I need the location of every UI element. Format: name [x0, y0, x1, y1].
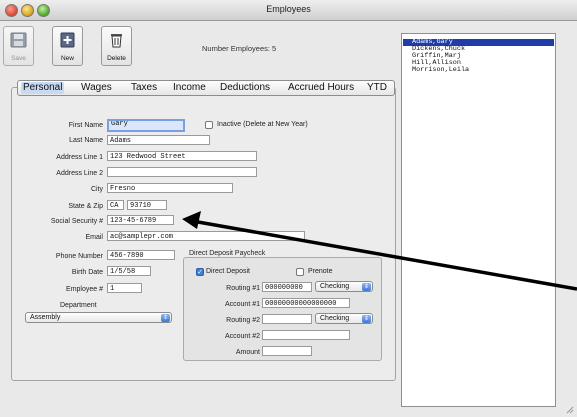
email-label: Email [85, 234, 103, 241]
tab-accrued-hours[interactable]: Accrued Hours [288, 82, 354, 94]
employee-number-label: Employee # [66, 286, 103, 293]
save-label: Save [11, 55, 26, 62]
employee-count: Number Employees: 5 [202, 44, 277, 53]
prenote-label: Prenote [308, 268, 333, 275]
department-popup[interactable]: Assembly ⇕ [25, 312, 172, 323]
tab-bar: Personal Wages Taxes Income Deductions A… [17, 80, 395, 96]
account2-label: Account #2 [224, 333, 260, 340]
zip-field[interactable]: 93710 [127, 200, 167, 210]
address-line2-field[interactable] [107, 167, 257, 177]
address-line1-field[interactable]: 123 Redwood Street [107, 151, 257, 161]
first-name-field[interactable]: Gary [107, 119, 185, 132]
routing1-field[interactable]: 000000000 [262, 282, 312, 292]
tab-ytd[interactable]: YTD [367, 82, 387, 94]
window-title: Employees [266, 4, 311, 14]
chevron-updown-icon: ⇕ [362, 283, 371, 291]
new-label: New [60, 55, 74, 62]
tab-deductions[interactable]: Deductions [220, 82, 270, 94]
new-icon [60, 32, 75, 48]
last-name-label: Last Name [69, 137, 103, 144]
resize-grip-icon[interactable] [564, 404, 574, 414]
account1-field[interactable]: 00000000000000000 [262, 298, 350, 308]
title-bar: Employees [0, 0, 577, 21]
routing2-field[interactable] [262, 314, 312, 324]
employees-window: Employees Save New Delete Number Employe… [0, 0, 577, 417]
save-button[interactable]: Save [3, 26, 34, 66]
amount-field[interactable] [262, 346, 312, 356]
delete-button[interactable]: Delete [101, 26, 132, 66]
tab-wages[interactable]: Wages [81, 82, 112, 94]
account1-label: Account #1 [224, 301, 260, 308]
ssn-label: Social Security # [50, 218, 103, 225]
address-line2-label: Address Line 2 [56, 170, 103, 177]
employee-list-items: Adams,Gary Dickens,Chuck Griffin,Marj Hi… [403, 39, 554, 74]
department-value: Assembly [30, 314, 61, 321]
inactive-label: Inactive (Delete at New Year) [217, 121, 308, 128]
birth-date-field[interactable]: 1/5/58 [107, 266, 151, 276]
account-type2-value: Checking [320, 315, 350, 322]
last-name-field[interactable]: Adams [107, 135, 210, 145]
address-line1-label: Address Line 1 [56, 154, 103, 161]
prenote-checkbox[interactable] [296, 268, 304, 276]
routing1-label: Routing #1 [226, 285, 260, 292]
list-item-morrison-leila[interactable]: Morrison,Leila [403, 67, 554, 74]
trash-icon [111, 34, 122, 48]
save-icon [10, 32, 27, 48]
phone-field[interactable]: 456-7890 [107, 250, 175, 260]
direct-deposit-title: Direct Deposit Paycheck [189, 250, 266, 257]
inactive-checkbox[interactable] [205, 121, 213, 129]
chevron-updown-icon: ⇕ [161, 314, 170, 322]
ssn-field[interactable]: 123-45-6789 [107, 215, 174, 225]
direct-deposit-checkbox[interactable]: ✓ [196, 268, 204, 276]
routing2-label: Routing #2 [226, 317, 260, 324]
account-type1-value: Checking [320, 283, 350, 290]
birth-date-label: Birth Date [71, 269, 103, 276]
tab-income[interactable]: Income [173, 82, 206, 94]
chevron-updown-icon: ⇕ [362, 315, 371, 323]
phone-label: Phone Number [55, 253, 103, 260]
account-type1-popup[interactable]: Checking ⇕ [315, 281, 373, 292]
tab-personal[interactable]: Personal [21, 82, 65, 94]
city-field[interactable]: Fresno [107, 183, 233, 193]
delete-label: Delete [107, 55, 126, 62]
amount-label: Amount [235, 349, 260, 356]
account2-field[interactable] [262, 330, 350, 340]
city-label: City [90, 186, 103, 193]
state-field[interactable]: CA [107, 200, 124, 210]
toolbar: Save New Delete Number Employees: 5 [0, 20, 400, 66]
new-button[interactable]: New [52, 26, 83, 66]
employee-list[interactable]: Adams,Gary Dickens,Chuck Griffin,Marj Hi… [401, 33, 556, 407]
email-field[interactable]: ac@samplepr.com [107, 231, 305, 241]
employee-number-field[interactable]: 1 [107, 283, 142, 293]
state-zip-label: State & Zip [68, 203, 103, 210]
department-label: Department [60, 302, 97, 309]
account-type2-popup[interactable]: Checking ⇕ [315, 313, 373, 324]
direct-deposit-label: Direct Deposit [206, 268, 250, 275]
first-name-label: First Name [68, 122, 103, 129]
tab-taxes[interactable]: Taxes [131, 82, 157, 94]
